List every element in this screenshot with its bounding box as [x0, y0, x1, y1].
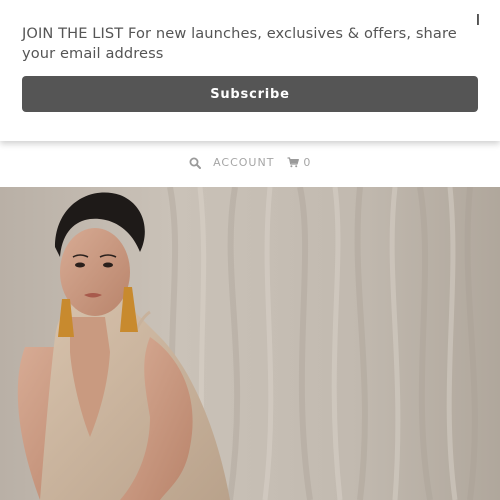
hero-photo — [0, 187, 500, 500]
account-link[interactable]: ACCOUNT — [213, 156, 274, 169]
site-header: ACCOUNT 0 — [0, 141, 500, 187]
cart-icon — [287, 157, 299, 168]
hero-image — [0, 187, 500, 500]
subscribe-button[interactable]: Subscribe — [22, 76, 478, 112]
header-nav: ACCOUNT 0 — [0, 155, 500, 169]
newsletter-text: JOIN THE LIST For new launches, exclusiv… — [22, 25, 457, 62]
cart-count: 0 — [303, 155, 312, 169]
cart-link[interactable]: 0 — [287, 156, 312, 169]
page: JOIN THE LIST For new launches, exclusiv… — [0, 0, 500, 500]
close-popup-button[interactable]: I — [472, 11, 484, 29]
newsletter-popup: JOIN THE LIST For new launches, exclusiv… — [0, 0, 500, 141]
search-icon[interactable] — [189, 156, 201, 169]
